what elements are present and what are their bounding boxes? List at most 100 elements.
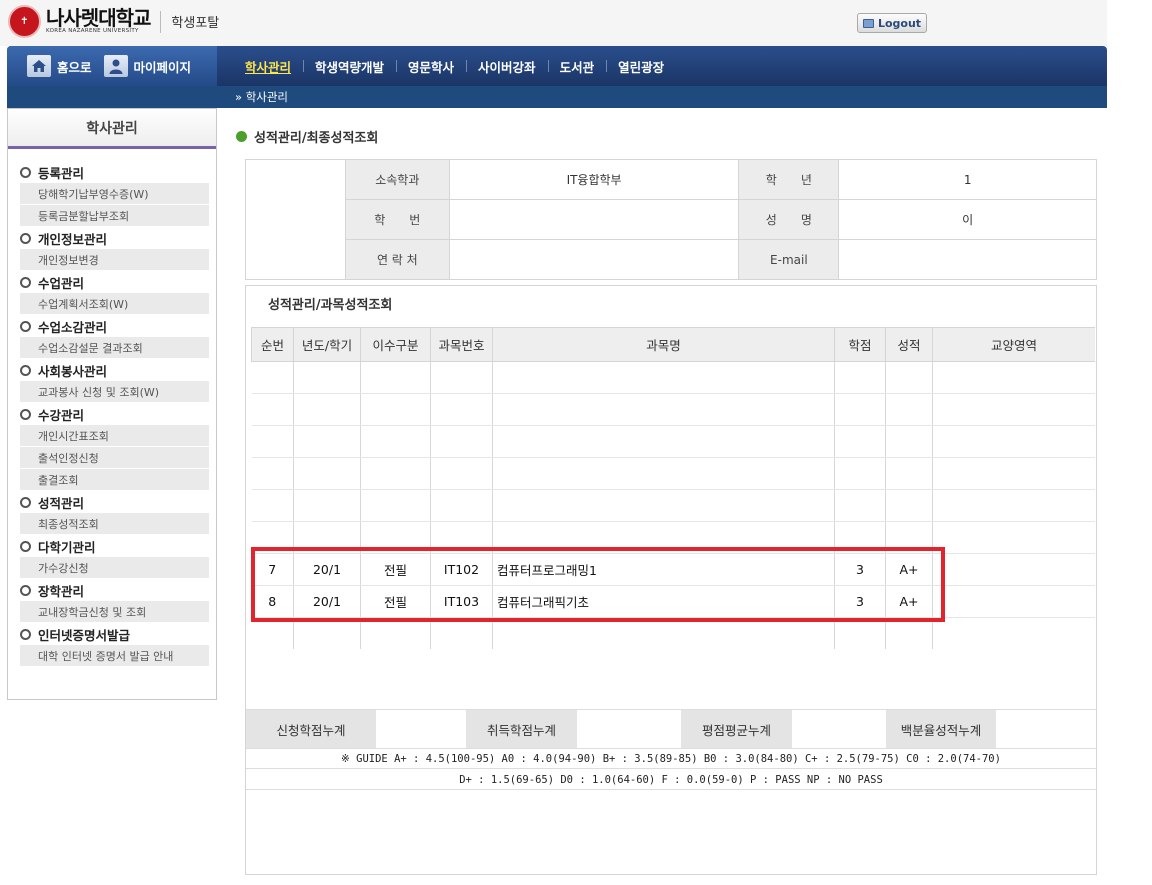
grade-guide-line1: ※ GUIDE A+ : 4.5(100-95) A0 : 4.0(94-90)… bbox=[246, 749, 1096, 769]
summary-label-percent: 백분율성적누계 bbox=[886, 710, 996, 748]
sidebar-item-attendance[interactable]: 출결조회 bbox=[20, 469, 209, 491]
circle-bullet-icon bbox=[20, 496, 31, 508]
course-type: 전필 bbox=[360, 585, 431, 618]
home-icon[interactable] bbox=[27, 55, 51, 77]
sidebar-item-syllabus[interactable]: 수업계획서조회(W) bbox=[20, 293, 209, 315]
info-label: 학 년 bbox=[738, 159, 840, 200]
student-photo bbox=[245, 159, 346, 280]
column-header[interactable]: 이수구분 bbox=[360, 327, 431, 362]
info-value bbox=[838, 239, 1097, 280]
sidebar-group-multi-semester[interactable]: 다학기관리 bbox=[8, 535, 216, 557]
breadcrumb: » 학사관리 bbox=[7, 86, 1107, 108]
course-type: 전필 bbox=[360, 553, 431, 586]
page-title: 성적관리/최종성적조회 bbox=[236, 127, 378, 146]
sidebar-item-timetable[interactable]: 개인시간표조회 bbox=[20, 425, 209, 447]
table-row[interactable]: 7 20/1 전필 IT102 컴퓨터프로그래밍1 3 A+ bbox=[251, 553, 1095, 586]
sidebar-item-survey-results[interactable]: 수업소감설문 결과조회 bbox=[20, 337, 209, 359]
grades-table-wrapper[interactable]: 순번 년도/학기 이수구분 과목번호 과목명 학점 성적 교양영역 7 20/1… bbox=[251, 327, 1095, 649]
sidebar-group-registration[interactable]: 등록관리 bbox=[8, 161, 216, 183]
circle-bullet-icon bbox=[20, 628, 31, 640]
table-row[interactable]: 8 20/1 전필 IT103 컴퓨터그래픽기초 3 A+ bbox=[251, 585, 1095, 618]
table-row-empty bbox=[251, 425, 1095, 458]
column-header[interactable]: 성적 bbox=[885, 327, 933, 362]
nav-academic[interactable]: 학사관리 bbox=[233, 57, 303, 76]
circle-bullet-icon bbox=[20, 320, 31, 332]
liberal-area bbox=[932, 585, 1095, 618]
sidebar-item-change-info[interactable]: 개인정보변경 bbox=[20, 249, 209, 271]
summary-value-gpa bbox=[792, 710, 886, 748]
sidebar: 학사관리 등록관리 당해학기납부영수증(W) 등록금분할납부조회 개인정보관리 … bbox=[7, 108, 217, 700]
sidebar-group-grades[interactable]: 성적관리 bbox=[8, 491, 216, 513]
circle-bullet-icon bbox=[20, 408, 31, 420]
sidebar-group-scholarship[interactable]: 장학관리 bbox=[8, 579, 216, 601]
course-name: 컴퓨터프로그래밍1 bbox=[492, 553, 835, 586]
nav-english-academic[interactable]: 영문학사 bbox=[396, 57, 466, 76]
summary-row: 신청학점누계 취득학점누계 평점평균누계 백분율성적누계 bbox=[246, 709, 1096, 749]
summary-label-gpa: 평점평균누계 bbox=[681, 710, 792, 748]
course-name: 컴퓨터그래픽기초 bbox=[492, 585, 835, 618]
sidebar-item-volunteer-apply[interactable]: 교과봉사 신청 및 조회(W) bbox=[20, 381, 209, 403]
grades-table: 순번 년도/학기 이수구분 과목번호 과목명 학점 성적 교양영역 7 20/1… bbox=[251, 327, 1095, 649]
nav-library[interactable]: 도서관 bbox=[547, 57, 607, 76]
university-name-en: KOREA NAZARENE UNIVERSITY bbox=[46, 28, 139, 35]
sidebar-group-certificate[interactable]: 인터넷증명서발급 bbox=[8, 623, 216, 645]
circle-bullet-icon bbox=[20, 232, 31, 244]
user-icon[interactable] bbox=[103, 55, 128, 77]
sidebar-group-class[interactable]: 수업관리 bbox=[8, 271, 216, 293]
university-logo[interactable]: ✝ 나사렛대학교 KOREA NAZARENE UNIVERSITY 학생포탈 bbox=[8, 5, 219, 38]
circle-bullet-icon bbox=[20, 584, 31, 596]
grade-guide-line2: D+ : 1.5(69-65) D0 : 1.0(64-60) F : 0.0(… bbox=[246, 770, 1096, 790]
row-number: 8 bbox=[251, 585, 294, 618]
info-label: 학 번 bbox=[344, 199, 450, 240]
grade: A+ bbox=[885, 585, 933, 618]
info-value: IT융합학부 bbox=[448, 159, 740, 200]
nav-cyber-course[interactable]: 사이버강좌 bbox=[466, 57, 548, 76]
info-label: E-mail bbox=[738, 239, 840, 280]
mypage-link[interactable]: 마이페이지 bbox=[134, 57, 192, 76]
logout-button[interactable]: Logout bbox=[857, 13, 927, 33]
breadcrumb-text[interactable]: » 학사관리 bbox=[235, 89, 288, 105]
sidebar-group-volunteer[interactable]: 사회봉사관리 bbox=[8, 359, 216, 381]
header-divider bbox=[160, 10, 162, 33]
sidebar-item-certificate-guide[interactable]: 대학 인터넷 증명서 발급 안내 bbox=[20, 645, 209, 667]
sidebar-group-class-feedback[interactable]: 수업소감관리 bbox=[8, 315, 216, 337]
info-label: 연 락 처 bbox=[344, 239, 450, 280]
grade: A+ bbox=[885, 553, 933, 586]
year-semester: 20/1 bbox=[293, 585, 361, 618]
sidebar-item-pre-registration[interactable]: 가수강신청 bbox=[20, 557, 209, 579]
title-bullet-icon bbox=[236, 131, 247, 142]
sidebar-item-final-grades[interactable]: 최종성적조회 bbox=[20, 513, 209, 535]
sidebar-item-attendance-request[interactable]: 출석인정신청 bbox=[20, 447, 209, 469]
sidebar-group-enrollment[interactable]: 수강관리 bbox=[8, 403, 216, 425]
grades-panel: 성적관리/과목성적조회 순번 년도/학기 이수구분 과목번호 과목명 학점 성적… bbox=[245, 285, 1097, 875]
table-row-empty bbox=[251, 361, 1095, 394]
sidebar-item-tuition-receipt[interactable]: 당해학기납부영수증(W) bbox=[20, 183, 209, 205]
column-header[interactable]: 과목명 bbox=[492, 327, 835, 362]
home-link[interactable]: 홈으로 bbox=[57, 57, 92, 76]
row-number: 7 bbox=[251, 553, 294, 586]
summary-label-applied: 신청학점누계 bbox=[246, 710, 376, 748]
course-code: IT103 bbox=[430, 585, 493, 618]
circle-bullet-icon bbox=[20, 540, 31, 552]
nav-competency[interactable]: 학생역량개발 bbox=[303, 57, 396, 76]
circle-bullet-icon bbox=[20, 276, 31, 288]
column-header[interactable]: 순번 bbox=[251, 327, 294, 362]
column-header[interactable]: 학점 bbox=[834, 327, 886, 362]
column-header[interactable]: 과목번호 bbox=[430, 327, 493, 362]
credits: 3 bbox=[834, 585, 886, 618]
summary-label-earned: 취득학점누계 bbox=[466, 710, 577, 748]
sidebar-item-installment[interactable]: 등록금분할납부조회 bbox=[20, 205, 209, 227]
university-name: 나사렛대학교 bbox=[46, 6, 151, 31]
student-info-table: 소속학과 IT융합학부 학 년 1 학 번 성 명 이 연 락 처 E-mail bbox=[245, 159, 1097, 280]
column-header[interactable]: 교양영역 bbox=[932, 327, 1095, 362]
university-seal-icon: ✝ bbox=[8, 5, 41, 38]
column-header[interactable]: 년도/학기 bbox=[293, 327, 361, 362]
info-label: 성 명 bbox=[738, 199, 840, 240]
nav-menu: 학사관리 학생역량개발 영문학사 사이버강좌 도서관 열린광장 bbox=[233, 46, 676, 86]
sidebar-item-scholarship[interactable]: 교내장학금신청 및 조회 bbox=[20, 601, 209, 623]
nav-open-square[interactable]: 열린광장 bbox=[606, 57, 676, 76]
info-label: 소속학과 bbox=[344, 159, 450, 200]
sidebar-group-personal-info[interactable]: 개인정보관리 bbox=[8, 227, 216, 249]
summary-value-earned bbox=[577, 710, 681, 748]
monitor-icon bbox=[862, 18, 874, 28]
